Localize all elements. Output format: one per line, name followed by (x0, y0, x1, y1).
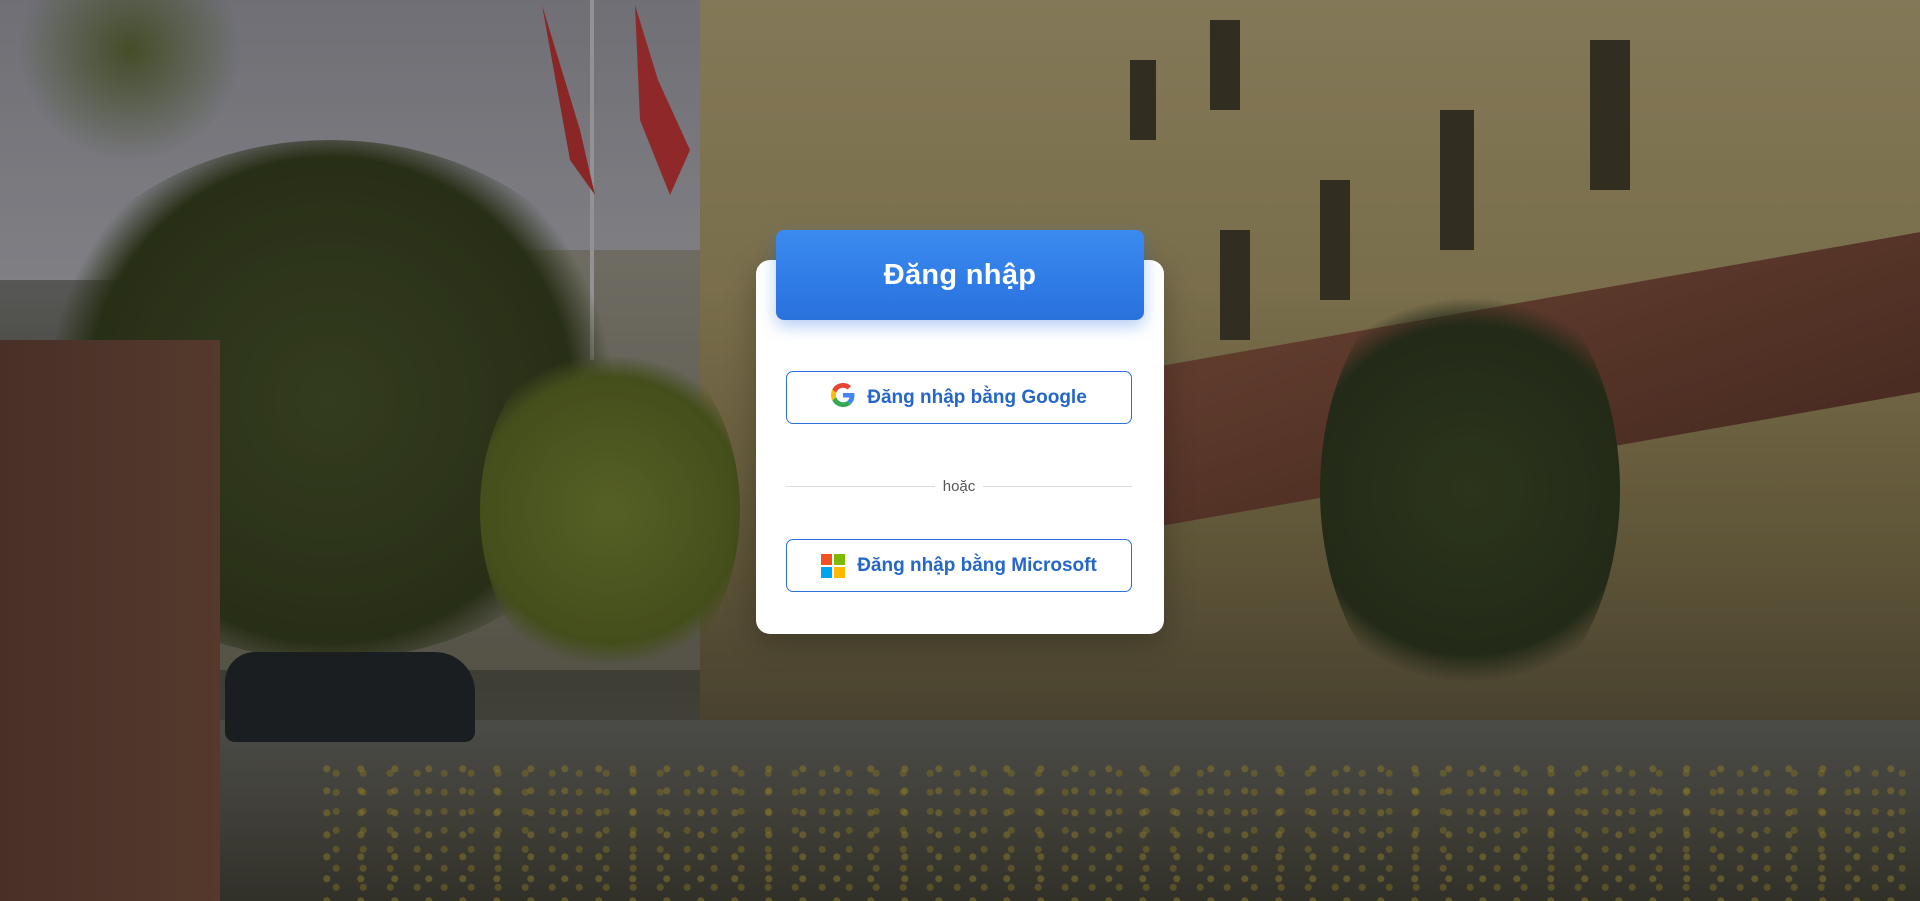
google-button-label: Đăng nhập bằng Google (867, 386, 1087, 408)
microsoft-icon (821, 553, 846, 578)
or-divider: hoặc (786, 476, 1132, 496)
google-icon (831, 383, 855, 412)
divider-text: hoặc (942, 477, 976, 495)
microsoft-login-button[interactable]: Đăng nhập bằng Microsoft (786, 539, 1132, 592)
divider-line (786, 485, 935, 487)
login-title: Đăng nhập (883, 258, 1037, 291)
divider-line (983, 485, 1132, 487)
microsoft-button-label: Đăng nhập bằng Microsoft (857, 554, 1097, 576)
login-header: Đăng nhập (776, 230, 1144, 320)
google-login-button[interactable]: Đăng nhập bằng Google (786, 371, 1132, 424)
